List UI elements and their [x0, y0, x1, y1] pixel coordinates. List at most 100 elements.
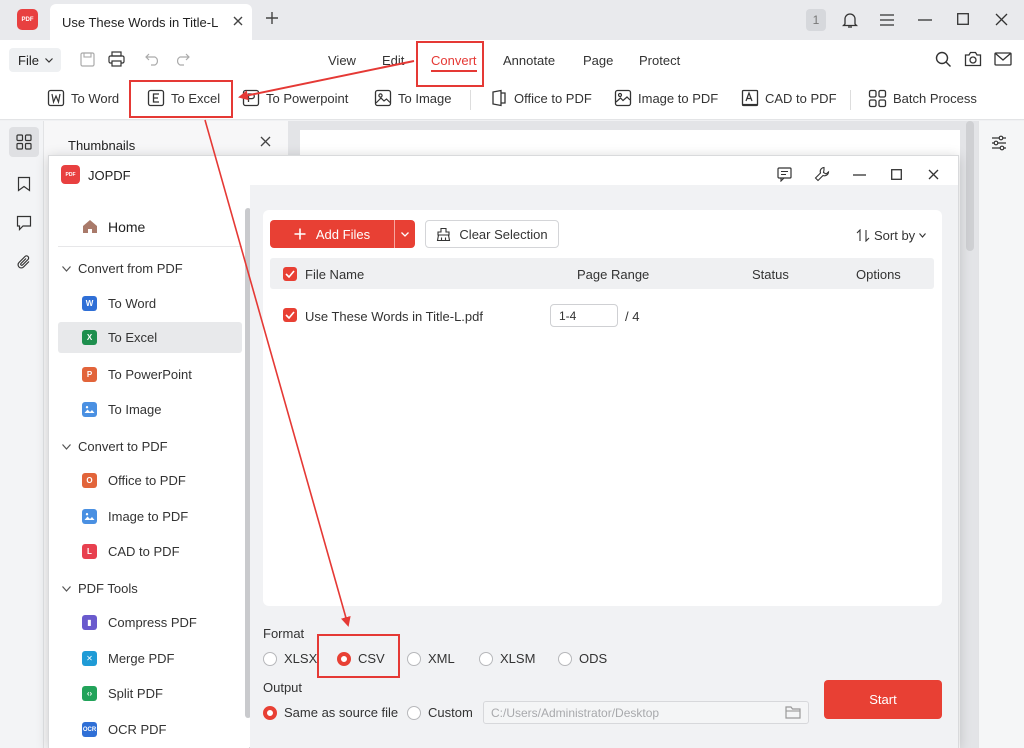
clear-selection-button[interactable]: Clear Selection — [425, 220, 559, 248]
document-scrollbar[interactable] — [966, 121, 974, 251]
search-icon[interactable] — [935, 51, 952, 68]
sidebar-item-cad-to-pdf[interactable]: L CAD to PDF — [58, 536, 242, 567]
radio-button[interactable] — [263, 651, 277, 666]
tool-image-to-pdf[interactable]: Image to PDF — [614, 89, 718, 107]
sidebar-group-convert-from-pdf[interactable]: Convert from PDF — [62, 261, 183, 276]
sidebar-item-home-label: Home — [108, 218, 146, 235]
sidebar-item-label: CAD to PDF — [108, 544, 180, 559]
minimize-window-icon[interactable] — [918, 19, 932, 21]
format-option-ods[interactable]: ODS — [558, 651, 607, 666]
menu-annotate[interactable]: Annotate — [503, 53, 555, 68]
page-range-input[interactable] — [550, 304, 618, 327]
sidebar-group-label: Convert from PDF — [78, 261, 183, 276]
format-option-xlsx[interactable]: XLSX — [263, 651, 317, 666]
sidebar-item-to-image[interactable]: To Image — [58, 394, 242, 425]
sidebar-item-image-to-pdf[interactable]: Image to PDF — [58, 501, 242, 532]
start-button[interactable]: Start — [824, 680, 942, 719]
print-icon[interactable] — [108, 51, 125, 67]
close-tab-icon[interactable] — [232, 15, 244, 27]
dialog-maximize-icon[interactable] — [891, 169, 902, 180]
annotation-box-to-excel — [129, 80, 233, 118]
output-option-custom[interactable]: Custom — [407, 705, 473, 720]
radio-button[interactable] — [558, 651, 572, 666]
close-window-icon[interactable] — [995, 13, 1008, 26]
output-label: Output — [263, 680, 303, 695]
output-option-same-as-source[interactable]: Same as source file — [263, 705, 398, 720]
dialog-minimize-icon[interactable] — [853, 174, 866, 176]
tool-to-image[interactable]: To Image — [374, 89, 451, 107]
add-files-dropdown[interactable] — [394, 220, 415, 248]
format-option-label: XLSM — [500, 651, 536, 666]
sort-by-button[interactable]: Sort by — [856, 228, 927, 243]
mail-icon[interactable] — [994, 52, 1012, 66]
wrench-icon[interactable] — [814, 166, 830, 182]
clear-selection-label: Clear Selection — [459, 226, 548, 242]
tool-to-powerpoint[interactable]: To Powerpoint — [242, 89, 348, 107]
radio-button[interactable] — [479, 651, 493, 666]
format-option-xlsm[interactable]: XLSM — [479, 651, 535, 666]
radio-button-selected[interactable] — [263, 705, 277, 720]
format-option-label: XML — [428, 651, 455, 666]
sidebar-item-compress-pdf[interactable]: ▮ Compress PDF — [58, 607, 242, 638]
chevron-down-icon — [62, 265, 71, 272]
file-row-checkbox[interactable] — [283, 308, 297, 322]
sidebar-item-home[interactable]: Home — [58, 211, 242, 242]
bell-icon[interactable] — [842, 11, 858, 29]
menu-edit[interactable]: Edit — [382, 53, 404, 68]
redo-icon[interactable] — [174, 53, 190, 66]
select-all-checkbox[interactable] — [283, 267, 297, 281]
jopdf-logo-icon: PDF — [61, 165, 80, 184]
sidebar-group-convert-to-pdf[interactable]: Convert to PDF — [62, 439, 168, 454]
sidebar-item-office-to-pdf[interactable]: O Office to PDF — [58, 465, 242, 496]
menu-page[interactable]: Page — [583, 53, 613, 68]
radio-button[interactable] — [407, 651, 421, 666]
format-option-label: ODS — [579, 651, 608, 666]
tool-batch-process[interactable]: Batch Process — [868, 89, 977, 108]
comment-icon[interactable] — [16, 215, 32, 231]
dialog-close-icon[interactable] — [928, 169, 939, 180]
sidebar-item-merge-pdf[interactable]: ✕ Merge PDF — [58, 643, 242, 674]
sidebar-item-to-word[interactable]: W To Word — [58, 288, 242, 319]
camera-icon[interactable] — [964, 51, 982, 67]
word-icon: W — [82, 296, 97, 311]
undo-icon[interactable] — [145, 53, 161, 66]
file-menu-button[interactable]: File — [9, 48, 61, 72]
add-files-button[interactable]: Add Files — [270, 220, 415, 248]
sidebar-item-label: OCR PDF — [108, 722, 167, 737]
tool-to-word[interactable]: To Word — [47, 89, 119, 107]
tool-office-to-pdf[interactable]: Office to PDF — [490, 89, 592, 107]
app-logo-icon: PDF — [17, 9, 38, 30]
column-options: Options — [856, 267, 901, 282]
maximize-window-icon[interactable] — [957, 13, 969, 25]
sidebar-item-split-pdf[interactable]: ‹› Split PDF — [58, 678, 242, 709]
menu-view[interactable]: View — [328, 53, 356, 68]
sidebar-item-label: To PowerPoint — [108, 367, 192, 382]
sidebar-item-label: Image to PDF — [108, 509, 189, 524]
settings-sliders-icon[interactable] — [991, 135, 1007, 151]
hamburger-menu-icon[interactable] — [879, 13, 895, 27]
menu-protect[interactable]: Protect — [639, 53, 680, 68]
tool-cad-to-pdf[interactable]: CAD to PDF — [741, 89, 837, 107]
sidebar-item-ocr-pdf[interactable]: OCR OCR PDF — [58, 714, 242, 745]
add-files-main[interactable]: Add Files — [270, 220, 394, 248]
folder-icon[interactable] — [785, 705, 801, 719]
sidebar-group-pdf-tools[interactable]: PDF Tools — [62, 581, 138, 596]
dialog-title: JOPDF — [88, 168, 131, 183]
sidebar-item-to-excel[interactable]: X To Excel — [58, 322, 242, 353]
output-path-input[interactable] — [483, 701, 809, 724]
document-tab[interactable]: Use These Words in Title-L — [50, 4, 252, 40]
bookmark-icon[interactable] — [17, 176, 31, 192]
image-icon — [82, 402, 97, 417]
save-icon[interactable] — [80, 52, 95, 67]
sidebar-item-label: Office to PDF — [108, 473, 186, 488]
format-option-xml[interactable]: XML — [407, 651, 455, 666]
sidebar-item-label: To Image — [108, 402, 162, 417]
close-thumbnails-icon[interactable] — [260, 136, 271, 147]
ocr-icon: OCR — [82, 722, 97, 737]
new-tab-icon[interactable] — [265, 11, 279, 25]
toolbar-divider — [850, 90, 851, 110]
sidebar-item-to-powerpoint[interactable]: P To PowerPoint — [58, 359, 242, 390]
radio-button[interactable] — [407, 705, 421, 720]
attachment-icon[interactable] — [16, 254, 32, 271]
feedback-icon[interactable] — [777, 167, 792, 182]
